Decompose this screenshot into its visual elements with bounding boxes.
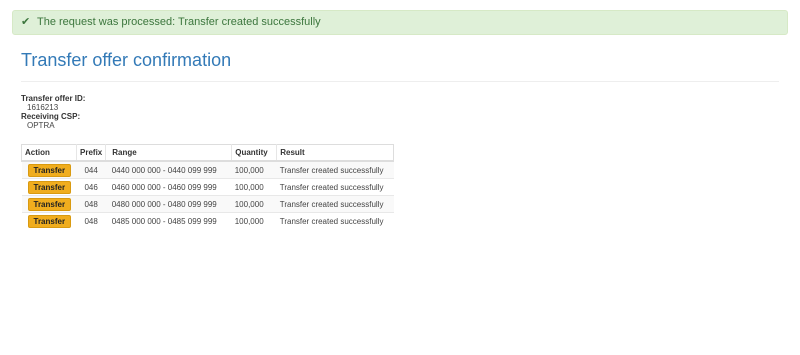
check-icon: ✔ bbox=[21, 16, 31, 28]
transfer-button[interactable]: Transfer bbox=[27, 163, 72, 177]
quantity-cell: 100,000 bbox=[231, 178, 277, 196]
header-action: Action bbox=[21, 144, 77, 162]
offer-id-value: 1616213 bbox=[27, 103, 59, 112]
table-row: Transfer 044 0440 000 000 - 0440 099 999… bbox=[21, 160, 394, 179]
divider bbox=[21, 81, 779, 82]
quantity-cell: 100,000 bbox=[231, 212, 277, 229]
result-cell: Transfer created successfully bbox=[276, 160, 394, 179]
prefix-cell: 048 bbox=[76, 195, 106, 213]
prefix-cell: 048 bbox=[76, 212, 106, 229]
table-header-row: Action Prefix Range Quantity Result bbox=[21, 144, 395, 162]
prefix-cell: 044 bbox=[76, 160, 106, 179]
result-cell: Transfer created successfully bbox=[276, 178, 394, 196]
header-prefix: Prefix bbox=[76, 144, 107, 162]
csp-label: Receiving CSP: bbox=[21, 112, 81, 121]
range-cell: 0460 000 000 - 0460 099 999 bbox=[105, 178, 232, 196]
results-table: Action Prefix Range Quantity Result Tran… bbox=[21, 144, 395, 229]
range-cell: 0480 000 000 - 0480 099 999 bbox=[105, 195, 232, 213]
header-quantity: Quantity bbox=[231, 144, 278, 162]
transfer-button[interactable]: Transfer bbox=[27, 214, 72, 228]
csp-value: OPTRA bbox=[27, 121, 55, 130]
header-result: Result bbox=[276, 144, 395, 162]
quantity-cell: 100,000 bbox=[231, 195, 277, 213]
transfer-button[interactable]: Transfer bbox=[27, 197, 72, 211]
table-row: Transfer 046 0460 000 000 - 0460 099 999… bbox=[21, 178, 394, 196]
range-cell: 0440 000 000 - 0440 099 999 bbox=[105, 160, 232, 179]
table-row: Transfer 048 0480 000 000 - 0480 099 999… bbox=[21, 195, 394, 213]
table-row: Transfer 048 0485 000 000 - 0485 099 999… bbox=[21, 212, 394, 229]
alert-message: The request was processed: Transfer crea… bbox=[37, 16, 321, 28]
range-cell: 0485 000 000 - 0485 099 999 bbox=[105, 212, 232, 229]
result-cell: Transfer created successfully bbox=[276, 195, 394, 213]
page-title: Transfer offer confirmation bbox=[21, 50, 232, 70]
transfer-button[interactable]: Transfer bbox=[27, 180, 72, 194]
quantity-cell: 100,000 bbox=[231, 160, 277, 179]
success-alert: ✔ The request was processed: Transfer cre… bbox=[12, 10, 788, 35]
header-range: Range bbox=[105, 144, 233, 162]
prefix-cell: 046 bbox=[76, 178, 106, 196]
result-cell: Transfer created successfully bbox=[276, 212, 394, 229]
offer-id-label: Transfer offer ID: bbox=[21, 94, 86, 103]
offer-info: Transfer offer ID: 1616213 Receiving CSP… bbox=[21, 94, 85, 130]
